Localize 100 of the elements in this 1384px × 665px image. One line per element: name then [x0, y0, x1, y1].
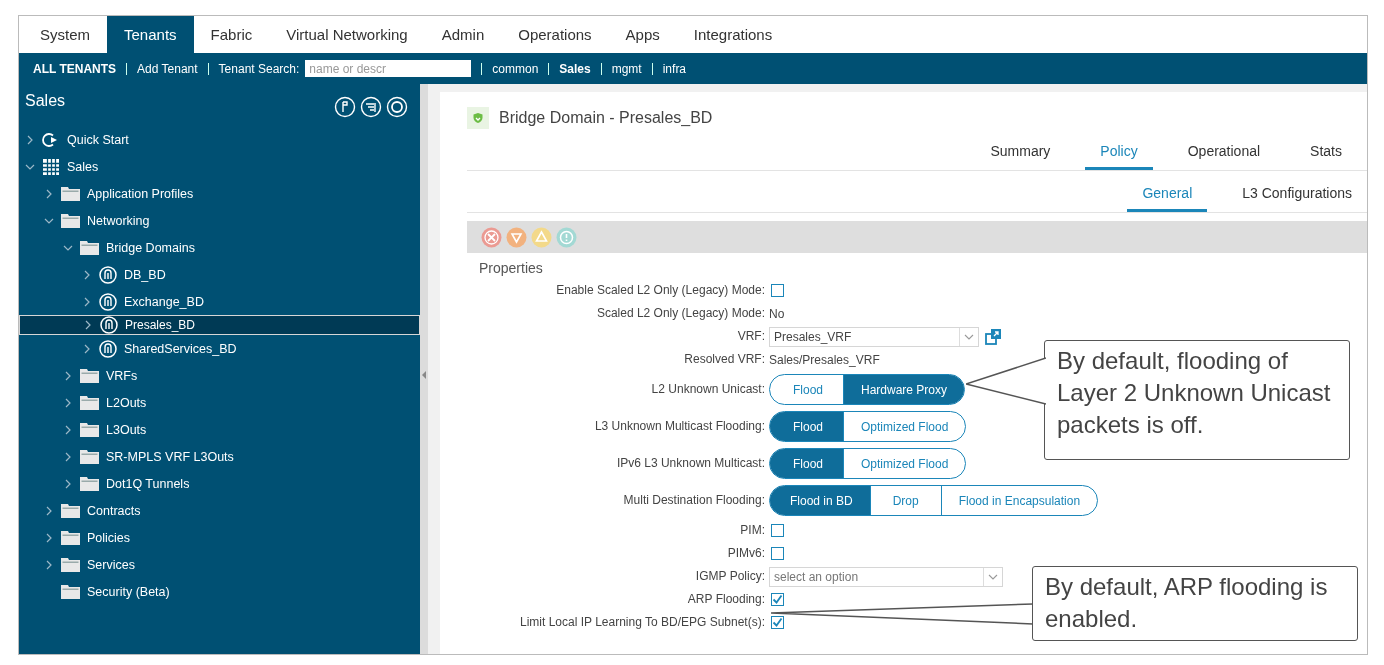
tree-item[interactable]: L3Outs — [19, 416, 420, 443]
tree-item[interactable]: Policies — [19, 524, 420, 551]
all-tenants-link[interactable]: ALL TENANTS — [33, 61, 117, 76]
add-tenant-link[interactable]: Add Tenant — [137, 61, 198, 76]
bridge-domain-icon — [100, 316, 118, 334]
tenant-link[interactable]: common — [492, 61, 539, 76]
field-value: No — [769, 306, 785, 321]
panel-title: Bridge Domain - Presales_BD — [499, 109, 713, 127]
checkbox[interactable] — [771, 547, 784, 560]
tree-item[interactable]: Presales_BD — [19, 315, 420, 335]
building-icon — [42, 157, 60, 176]
segment-option[interactable]: Flood — [770, 449, 843, 478]
copy-link-icon[interactable] — [985, 328, 1002, 345]
chevron-icon — [44, 532, 54, 543]
checkbox[interactable] — [771, 593, 784, 606]
chevron-icon — [25, 134, 35, 145]
panel-tab[interactable]: Policy — [1085, 143, 1153, 170]
chevron-icon — [83, 320, 93, 330]
refresh-icon[interactable] — [386, 96, 408, 118]
bridge-domain-icon — [99, 265, 117, 284]
chevron-icon — [44, 188, 54, 199]
segment-option[interactable]: Drop — [869, 486, 941, 515]
folder-icon — [61, 213, 80, 228]
nav-tab[interactable]: System — [23, 16, 107, 53]
field-label: L2 Unknown Unicast: — [650, 381, 766, 398]
tree-item[interactable]: Exchange_BD — [19, 288, 420, 315]
tree-item[interactable]: Sales — [19, 153, 420, 180]
field-label: Scaled L2 Only (Legacy) Mode: — [595, 305, 766, 322]
dropdown-field[interactable]: Presales_VRF — [769, 326, 979, 347]
nav-tab[interactable]: Operations — [501, 16, 609, 53]
tenant-link[interactable]: mgmt — [611, 61, 642, 76]
sub-tab[interactable]: General — [1127, 185, 1208, 212]
tenant-search-field[interactable]: name or descr — [305, 60, 472, 77]
tenant-link[interactable]: infra — [662, 61, 687, 76]
folder-icon — [61, 530, 80, 545]
folder-icon — [80, 368, 99, 383]
tree-item[interactable]: Networking — [19, 207, 420, 234]
tree-item[interactable]: Dot1Q Tunnels — [19, 470, 420, 497]
field-label: IGMP Policy: — [694, 568, 766, 585]
caret-icon — [964, 333, 974, 340]
chevron-icon — [63, 451, 73, 462]
callout-text: By default, flooding of Layer 2 Unknown Unicast packets is off. — [1044, 340, 1350, 460]
nav-tab[interactable]: Integrations — [676, 16, 790, 53]
chevron-icon — [44, 505, 54, 516]
nav-tab[interactable]: Tenants — [107, 16, 194, 53]
tree-item[interactable]: Contracts — [19, 497, 420, 524]
chevron-icon — [82, 296, 92, 307]
critical-fault-icon[interactable] — [481, 226, 502, 248]
field-label: Limit Local IP Learning To BD/EPG Subnet(s): — [519, 614, 766, 631]
field-label: L3 Unknown Multicast Flooding: — [593, 418, 766, 435]
checkbox[interactable] — [771, 524, 784, 537]
dropdown-field[interactable]: select an option — [769, 566, 1003, 587]
tenant-link[interactable]: Sales — [559, 61, 591, 76]
tree-item[interactable]: Services — [19, 551, 420, 578]
field-label: Multi Destination Flooding: — [622, 492, 766, 509]
checkbox[interactable] — [771, 284, 784, 297]
list-icon[interactable] — [360, 96, 382, 118]
segment-option[interactable]: Optimized Flood — [843, 449, 966, 478]
tree-item[interactable]: SharedServices_BD — [19, 335, 420, 362]
folder-icon — [80, 422, 99, 437]
search-label: Tenant Search: — [218, 61, 300, 76]
chevron-icon — [44, 559, 54, 570]
panel-tab[interactable]: Stats — [1295, 143, 1357, 170]
tree-item[interactable]: SR-MPLS VRF L3Outs — [19, 443, 420, 470]
field-value: Sales/Presales_VRF — [769, 352, 880, 367]
nav-tab[interactable]: Virtual Networking — [269, 16, 425, 53]
tree-item[interactable]: DB_BD — [19, 261, 420, 288]
shield-icon — [467, 107, 489, 129]
tree-item[interactable]: Application Profiles — [19, 180, 420, 207]
segment-option[interactable]: Optimized Flood — [843, 412, 966, 441]
panel-tab[interactable]: Operational — [1172, 143, 1276, 170]
segment-option[interactable]: Flood in BD — [770, 486, 870, 515]
panel-tab[interactable]: Summary — [975, 143, 1066, 170]
folder-icon — [80, 395, 99, 410]
field-label: Enable Scaled L2 Only (Legacy) Mode: — [555, 282, 766, 299]
field-label: ARP Flooding: — [686, 591, 766, 608]
folder-icon — [61, 557, 80, 572]
segment-option[interactable]: Flood — [770, 412, 843, 441]
folder-icon — [61, 503, 80, 518]
collapse-handle-icon[interactable] — [422, 371, 426, 379]
chevron-icon — [63, 397, 73, 408]
tree-item[interactable]: VRFs — [19, 362, 420, 389]
chevron-icon — [63, 424, 73, 435]
checkbox[interactable] — [771, 616, 784, 629]
field-label: PIMv6: — [726, 545, 766, 562]
tree-item[interactable]: Bridge Domains — [19, 234, 420, 261]
field-label: IPv6 L3 Unknown Multicast: — [615, 455, 766, 472]
segment-option[interactable]: Hardware Proxy — [843, 375, 965, 404]
segment-option[interactable]: Flood — [770, 375, 843, 404]
flag-icon[interactable] — [334, 96, 356, 118]
nav-tab[interactable]: Admin — [424, 16, 502, 53]
nav-tab[interactable]: Apps — [608, 16, 677, 53]
tree-item[interactable]: Security (Beta) — [19, 578, 420, 605]
sub-tab[interactable]: L3 Configurations — [1227, 185, 1367, 212]
tree-item[interactable]: L2Outs — [19, 389, 420, 416]
segment-option[interactable]: Flood in Encapsulation — [940, 486, 1098, 515]
chevron-icon — [82, 269, 92, 280]
tree-item[interactable]: Quick Start — [19, 126, 420, 153]
chevron-icon — [82, 343, 92, 354]
nav-tab[interactable]: Fabric — [193, 16, 270, 53]
